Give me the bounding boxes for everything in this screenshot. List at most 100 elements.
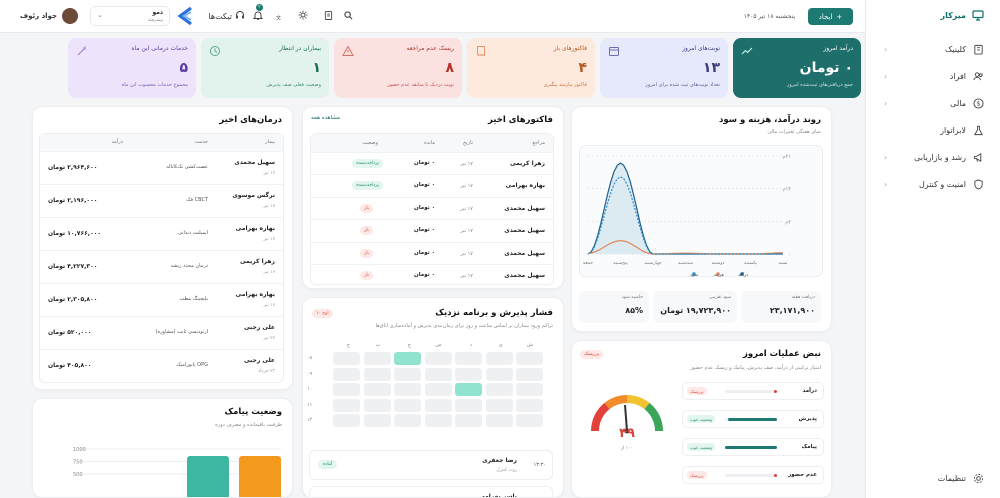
heatmap-cell[interactable] [394, 383, 421, 396]
invoice-date: ۱۷ تیر [460, 161, 473, 167]
table-row[interactable]: سهیل محمدی ۱۷ تیر ۰ تومان باز [311, 264, 553, 286]
heatmap-cell[interactable] [333, 352, 360, 365]
kpi-revenue[interactable]: درآمد امروز ۰ تومان جمع دریافتی‌های ثبت‌… [733, 38, 861, 98]
treatments-table: بیمار خدمت درآمد سهیل محمدی ۱۷ تیر عصب‌کشی… [39, 133, 284, 383]
bell-icon[interactable]: ۳ [251, 4, 265, 22]
search-icon[interactable] [341, 8, 355, 22]
heatmap-cell[interactable] [455, 398, 482, 412]
heatmap-cell[interactable] [455, 367, 482, 381]
clinic-selector[interactable]: دمو پیشرفته ⌄ [90, 6, 170, 26]
heatmap-cell[interactable] [455, 414, 482, 427]
heatmap-cell[interactable] [394, 414, 421, 427]
heatmap-cell[interactable] [485, 398, 513, 412]
calendar-icon [608, 45, 620, 57]
y-tick-label: 500 [73, 472, 83, 478]
pulse-metric-row[interactable]: پیامک وضعیت خوب [682, 438, 824, 456]
sidebar-item-settings[interactable]: تنظیمات [872, 467, 992, 489]
heatmap-cell[interactable] [516, 367, 543, 381]
column-header: مراجع [532, 140, 545, 146]
heatmap-cell[interactable] [485, 352, 513, 365]
sidebar-item-lab[interactable]: لابراتوار [872, 119, 992, 141]
heatmap-cell[interactable] [424, 414, 452, 427]
heatmap-cell[interactable] [363, 383, 391, 396]
heatmap-cell[interactable] [333, 383, 360, 396]
heatmap-cell[interactable] [363, 414, 391, 427]
heatmap-hour-label: ۱۰ [307, 386, 313, 392]
pulse-metric-row[interactable]: درآمد پرریسک [682, 382, 824, 400]
invoices-table-header: مراجع تاریخ مانده وضعیت [311, 134, 553, 152]
heatmap-cell[interactable] [516, 352, 543, 365]
metric-bar-track [725, 418, 777, 421]
table-row[interactable]: بهاره بهرامی ۱۷ تیر بلیچینگ مطب ۲,۳۰۵,۸۰۰ ت… [40, 283, 283, 316]
heatmap-cell[interactable] [424, 367, 452, 381]
table-row[interactable]: زهرا کریمی ۱۷ تیر درمان مجدد ریشه ۴,۲۲۷,۳۰۰… [40, 250, 283, 283]
heatmap-cell[interactable] [394, 367, 421, 381]
pulse-metric-row[interactable]: عدم حضور پرریسک [682, 466, 824, 484]
heatmap-cell[interactable] [363, 367, 391, 381]
avatar[interactable] [62, 8, 78, 24]
heatmap-cell[interactable] [394, 398, 421, 412]
sidebar-item-clinic[interactable]: کلینیک ‹ [872, 38, 992, 60]
metric-label: پیامک [801, 444, 817, 450]
kpi-no-show-risk[interactable]: ریسک عدم مراجعه ۸ نوبت نزدیک با سابقه عد… [334, 38, 462, 98]
heatmap-cell[interactable] [485, 414, 513, 427]
sidebar-item-finance[interactable]: $ مالی ‹ [872, 92, 992, 114]
metric-label: درآمد [802, 388, 817, 394]
table-row[interactable]: سهیل محمدی ۱۷ تیر ۰ تومان باز [311, 241, 553, 264]
metric-label: عدم حضور [788, 472, 817, 478]
stat-label: سود تقریبی [709, 295, 731, 300]
y-tick-label: ۲۱م [783, 154, 791, 160]
heatmap-cell[interactable] [455, 352, 482, 365]
heatmap-cell[interactable] [424, 352, 452, 365]
kpi-open-invoices[interactable]: فاکتورهای باز ۴ فاکتور نیازمند پیگیری [467, 38, 595, 98]
heatmap-cell[interactable] [455, 383, 482, 396]
tickets-button[interactable]: تیکت‌ها [208, 8, 245, 24]
table-row[interactable]: علی رجبی ۲۷ تیر ارتودنسی ثابت (مشاوره) ۵۲۰,… [40, 316, 283, 349]
y-tick-label: ۰ [788, 252, 791, 258]
sidebar-item-marketing[interactable]: رشد و بازاریابی ‹ [872, 146, 992, 168]
kpi-monthly-services[interactable]: خدمات درمانی این ماه ۵ مجموع خدمات محسوب… [68, 38, 196, 98]
heatmap-cell[interactable] [394, 352, 421, 365]
sidebar-item-dashboard[interactable]: میزکار [872, 4, 992, 26]
table-row[interactable]: بهاره بهرامی ۱۷ تیر ایمپلنت دندانی ۱۰,۷۶۶,۰… [40, 217, 283, 250]
heatmap-cell[interactable] [333, 367, 360, 381]
sidebar-item-people[interactable]: افراد ‹ [872, 65, 992, 87]
table-row[interactable]: سهیل محمدی ۱۷ تیر ۰ تومان باز [311, 196, 553, 219]
heatmap-cell[interactable] [516, 398, 543, 412]
heatmap-cell[interactable] [485, 367, 513, 381]
view-all-link[interactable]: مشاهده همه [311, 115, 340, 121]
table-row[interactable]: زهرا کریمی ۱۷ تیر ۰ تومان پرداخت‌شده [311, 152, 553, 174]
heatmap-cell[interactable] [333, 414, 360, 427]
x-tick-label: دوشنبه [711, 261, 724, 266]
operations-pulse-card: نبض عملیات امروز امتیاز ترکیبی از درآمد،… [571, 340, 832, 498]
clipboard-icon[interactable] [321, 8, 335, 22]
table-row[interactable]: علی رجبی ۲۳ خرداد OPG پانورامیک ۴۰۵,۸۰۰ توم… [40, 349, 283, 382]
heatmap-cell[interactable] [485, 383, 513, 396]
metric-status-badge: وضعیت خوب [687, 415, 715, 423]
clinic-role: پیشرفته [147, 18, 163, 23]
kpi-subtitle: وضعیت فعلی صف پذیرش [266, 82, 321, 88]
appointment-card[interactable]: یاسر بهرامی [309, 486, 553, 497]
create-button[interactable]: + ایجاد [808, 8, 853, 25]
sun-icon[interactable] [296, 8, 310, 22]
table-row[interactable]: بهاره بهرامی ۱۷ تیر ۰ تومان پرداخت‌شده [311, 174, 553, 196]
heatmap-cell[interactable] [333, 398, 360, 412]
heatmap-cell[interactable] [516, 383, 543, 396]
heatmap-cell[interactable] [424, 383, 452, 396]
invoice-date: ۱۷ تیر [460, 228, 473, 235]
translate-icon[interactable]: A文 [274, 8, 288, 22]
heatmap-cell[interactable] [363, 398, 391, 412]
receipt-icon [475, 45, 487, 57]
kpi-appointments[interactable]: نوبت‌های امروز ۱۳ تعداد نوبت‌های ثبت شده… [600, 38, 728, 98]
heatmap-cell[interactable] [363, 352, 391, 365]
kpi-waiting-patients[interactable]: بیماران در انتظار ۱ وضعیت فعلی صف پذیرش [201, 38, 329, 98]
treatment-date: ۲۷ تیر [263, 336, 275, 341]
sidebar-item-security[interactable]: امنیت و کنترل ‹ [872, 173, 992, 195]
table-row[interactable]: سهیل محمدی ۱۷ تیر ۰ تومان باز [311, 219, 553, 241]
appointment-card[interactable]: رضا جعفری روت کنترل ۱۳:۳۰ آماده [309, 450, 553, 480]
heatmap-cell[interactable] [424, 398, 452, 412]
pulse-metric-row[interactable]: پذیرش وضعیت خوب [682, 410, 824, 428]
table-row[interactable]: سهیل محمدی ۱۷ تیر عصب‌کشی تک‌کاناله ۲,۹۶۴,۶… [40, 151, 283, 184]
heatmap-cell[interactable] [516, 414, 543, 427]
table-row[interactable]: نرگس موسوی ۱۷ تیر CBCT فک ۲,۱۹۶,۰۰۰ تومان [40, 184, 283, 217]
